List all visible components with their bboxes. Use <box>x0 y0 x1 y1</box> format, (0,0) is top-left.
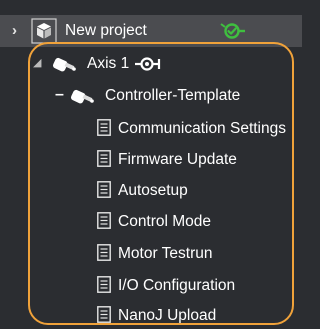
tree-item-axis-1[interactable]: ◢ Axis 1 <box>0 48 302 78</box>
tree-item-new-project[interactable]: › New project <box>0 15 302 47</box>
document-icon <box>97 150 111 167</box>
tree-item-communication-settings[interactable]: Communication Settings <box>0 113 302 143</box>
controller-icon <box>71 89 94 104</box>
tree-item-controller-template[interactable]: – Controller-Template <box>0 80 302 110</box>
item-label: I/O Configuration <box>118 277 236 294</box>
item-label: Motor Testrun <box>118 245 213 262</box>
cube-icon <box>31 18 57 44</box>
tree-item-control-mode[interactable]: Control Mode <box>0 206 302 236</box>
tree-item-firmware-update[interactable]: Firmware Update <box>0 144 302 174</box>
expander-icon[interactable]: ◢ <box>33 58 41 69</box>
item-label: Communication Settings <box>118 120 286 137</box>
connected-icon <box>220 23 245 39</box>
collapse-icon[interactable]: – <box>55 87 64 103</box>
item-label: Firmware Update <box>118 151 237 168</box>
item-label: Autosetup <box>118 182 188 199</box>
document-icon <box>97 119 111 136</box>
expand-arrow-icon[interactable]: › <box>12 23 17 38</box>
controller-label: Controller-Template <box>105 87 241 104</box>
project-tree: › New project ◢ Axis 1 – Controller-Temp… <box>0 0 302 329</box>
document-icon <box>97 244 111 261</box>
tree-item-motor-testrun[interactable]: Motor Testrun <box>0 238 302 268</box>
document-icon <box>97 212 111 229</box>
tree-item-io-configuration[interactable]: I/O Configuration <box>0 270 302 300</box>
tree-item-nanoj-upload[interactable]: NanoJ Upload <box>0 300 302 329</box>
document-icon <box>97 306 111 323</box>
document-icon <box>97 181 111 198</box>
axis-link-icon <box>135 57 161 71</box>
item-label: Control Mode <box>118 213 212 230</box>
tree-item-autosetup[interactable]: Autosetup <box>0 175 302 205</box>
item-label: NanoJ Upload <box>118 307 217 324</box>
axis-label: Axis 1 <box>87 55 130 72</box>
motor-icon <box>53 57 76 72</box>
project-label: New project <box>65 22 147 39</box>
document-icon <box>97 276 111 293</box>
